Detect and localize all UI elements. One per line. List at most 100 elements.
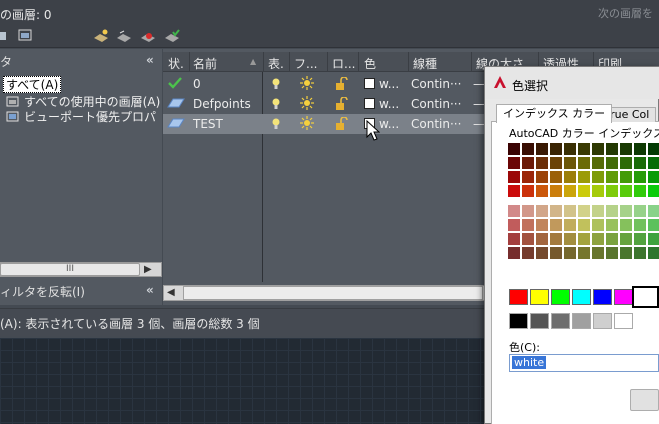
layer-linetype[interactable]: Contin···: [411, 117, 461, 131]
aci-color-cell[interactable]: [620, 157, 632, 169]
color-swatch[interactable]: [364, 78, 375, 89]
column-divider[interactable]: [189, 52, 190, 72]
aci-color-cell[interactable]: [620, 233, 632, 245]
color-input-value[interactable]: white: [512, 356, 547, 369]
layer-linetype[interactable]: Contin···: [411, 97, 461, 111]
sun-thawed-icon[interactable]: [300, 96, 314, 110]
layer-name[interactable]: Defpoints: [193, 97, 251, 111]
color-chip-green[interactable]: [551, 289, 570, 305]
aci-color-cell[interactable]: [536, 205, 548, 217]
aci-color-cell[interactable]: [634, 171, 646, 183]
aci-color-cell[interactable]: [508, 233, 520, 245]
aci-color-cell[interactable]: [634, 233, 646, 245]
aci-color-cell[interactable]: [606, 171, 618, 183]
aci-color-cell[interactable]: [592, 143, 604, 155]
scroll-right-arrow-icon[interactable]: ▶: [144, 264, 152, 275]
color-chip-blue[interactable]: [593, 289, 612, 305]
aci-color-cell[interactable]: [648, 171, 659, 183]
sun-thawed-icon[interactable]: [300, 76, 314, 90]
column-divider[interactable]: [408, 52, 409, 72]
aci-color-cell[interactable]: [648, 247, 659, 259]
aci-color-cell[interactable]: [564, 233, 576, 245]
column-divider[interactable]: [289, 52, 290, 72]
aci-color-cell[interactable]: [564, 247, 576, 259]
aci-color-cell[interactable]: [592, 219, 604, 231]
aci-color-cell[interactable]: [606, 247, 618, 259]
aci-color-cell[interactable]: [620, 205, 632, 217]
aci-color-cell[interactable]: [522, 143, 534, 155]
aci-color-cell[interactable]: [550, 247, 562, 259]
aci-color-cell[interactable]: [648, 185, 659, 197]
scroll-left-arrow-icon[interactable]: ◀: [167, 287, 175, 298]
aci-color-cell[interactable]: [578, 185, 590, 197]
aci-color-cell[interactable]: [620, 247, 632, 259]
col-name[interactable]: 名前: [193, 55, 217, 72]
tree-item-all[interactable]: すべて(A): [3, 76, 62, 93]
aci-color-cell[interactable]: [634, 219, 646, 231]
aci-color-cell[interactable]: [634, 185, 646, 197]
column-divider[interactable]: [358, 52, 359, 72]
aci-color-cell[interactable]: [522, 233, 534, 245]
aci-color-cell[interactable]: [522, 185, 534, 197]
color-swatch[interactable]: [364, 98, 375, 109]
layer-color[interactable]: w...: [379, 77, 399, 91]
aci-palette-bottom[interactable]: [508, 205, 659, 259]
aci-color-cell[interactable]: [634, 157, 646, 169]
layer-linetype[interactable]: Contin···: [411, 77, 461, 91]
aci-color-cell[interactable]: [522, 247, 534, 259]
aci-color-cell[interactable]: [550, 143, 562, 155]
aci-color-cell[interactable]: [634, 143, 646, 155]
color-chip-red[interactable]: [509, 289, 528, 305]
aci-color-cell[interactable]: [522, 157, 534, 169]
column-divider[interactable]: [263, 52, 264, 72]
aci-color-cell[interactable]: [550, 205, 562, 217]
aci-color-cell[interactable]: [536, 171, 548, 183]
aci-color-cell[interactable]: [536, 185, 548, 197]
aci-color-cell[interactable]: [536, 233, 548, 245]
aci-color-cell[interactable]: [606, 233, 618, 245]
gray-chip[interactable]: [509, 313, 528, 329]
aci-color-cell[interactable]: [648, 143, 659, 155]
layer-states-icon[interactable]: [18, 29, 34, 43]
col-color[interactable]: 色: [364, 55, 376, 72]
aci-color-cell[interactable]: [620, 219, 632, 231]
aci-color-cell[interactable]: [648, 205, 659, 217]
aci-color-cell[interactable]: [522, 205, 534, 217]
aci-color-cell[interactable]: [508, 171, 520, 183]
aci-color-cell[interactable]: [564, 205, 576, 217]
filter-icon[interactable]: [0, 29, 10, 43]
aci-color-cell[interactable]: [648, 219, 659, 231]
lightbulb-on-icon[interactable]: [271, 97, 281, 111]
unlock-icon[interactable]: [335, 97, 349, 111]
layer-name[interactable]: TEST: [193, 117, 223, 131]
aci-color-cell[interactable]: [648, 157, 659, 169]
aci-color-cell[interactable]: [620, 143, 632, 155]
aci-color-cell[interactable]: [550, 219, 562, 231]
aci-color-cell[interactable]: [564, 171, 576, 183]
gray-chip[interactable]: [530, 313, 549, 329]
aci-color-cell[interactable]: [564, 157, 576, 169]
gray-chip[interactable]: [551, 313, 570, 329]
collapse-filter-icon[interactable]: «: [146, 53, 154, 67]
aci-color-cell[interactable]: [620, 171, 632, 183]
tab-index-color[interactable]: インデックス カラー: [496, 104, 613, 123]
aci-color-cell[interactable]: [578, 171, 590, 183]
set-current-icon[interactable]: [164, 29, 180, 43]
color-chip-white-selected[interactable]: [632, 286, 659, 308]
gray-chip[interactable]: [593, 313, 612, 329]
aci-color-cell[interactable]: [592, 185, 604, 197]
filter-scroll-thumb[interactable]: III: [0, 263, 140, 276]
invert-filter-checkbox[interactable]: ィルタを反転(I): [0, 283, 85, 300]
aci-color-cell[interactable]: [592, 247, 604, 259]
layer-name[interactable]: 0: [193, 77, 201, 91]
unlock-icon[interactable]: [335, 117, 349, 131]
new-vp-frozen-layer-icon[interactable]: [116, 29, 132, 43]
color-chip-cyan[interactable]: [572, 289, 591, 305]
aci-color-cell[interactable]: [606, 143, 618, 155]
lightbulb-on-icon[interactable]: [271, 77, 281, 91]
aci-color-cell[interactable]: [508, 143, 520, 155]
gray-chip[interactable]: [572, 313, 591, 329]
aci-color-cell[interactable]: [508, 157, 520, 169]
aci-color-cell[interactable]: [550, 233, 562, 245]
aci-color-cell[interactable]: [578, 143, 590, 155]
